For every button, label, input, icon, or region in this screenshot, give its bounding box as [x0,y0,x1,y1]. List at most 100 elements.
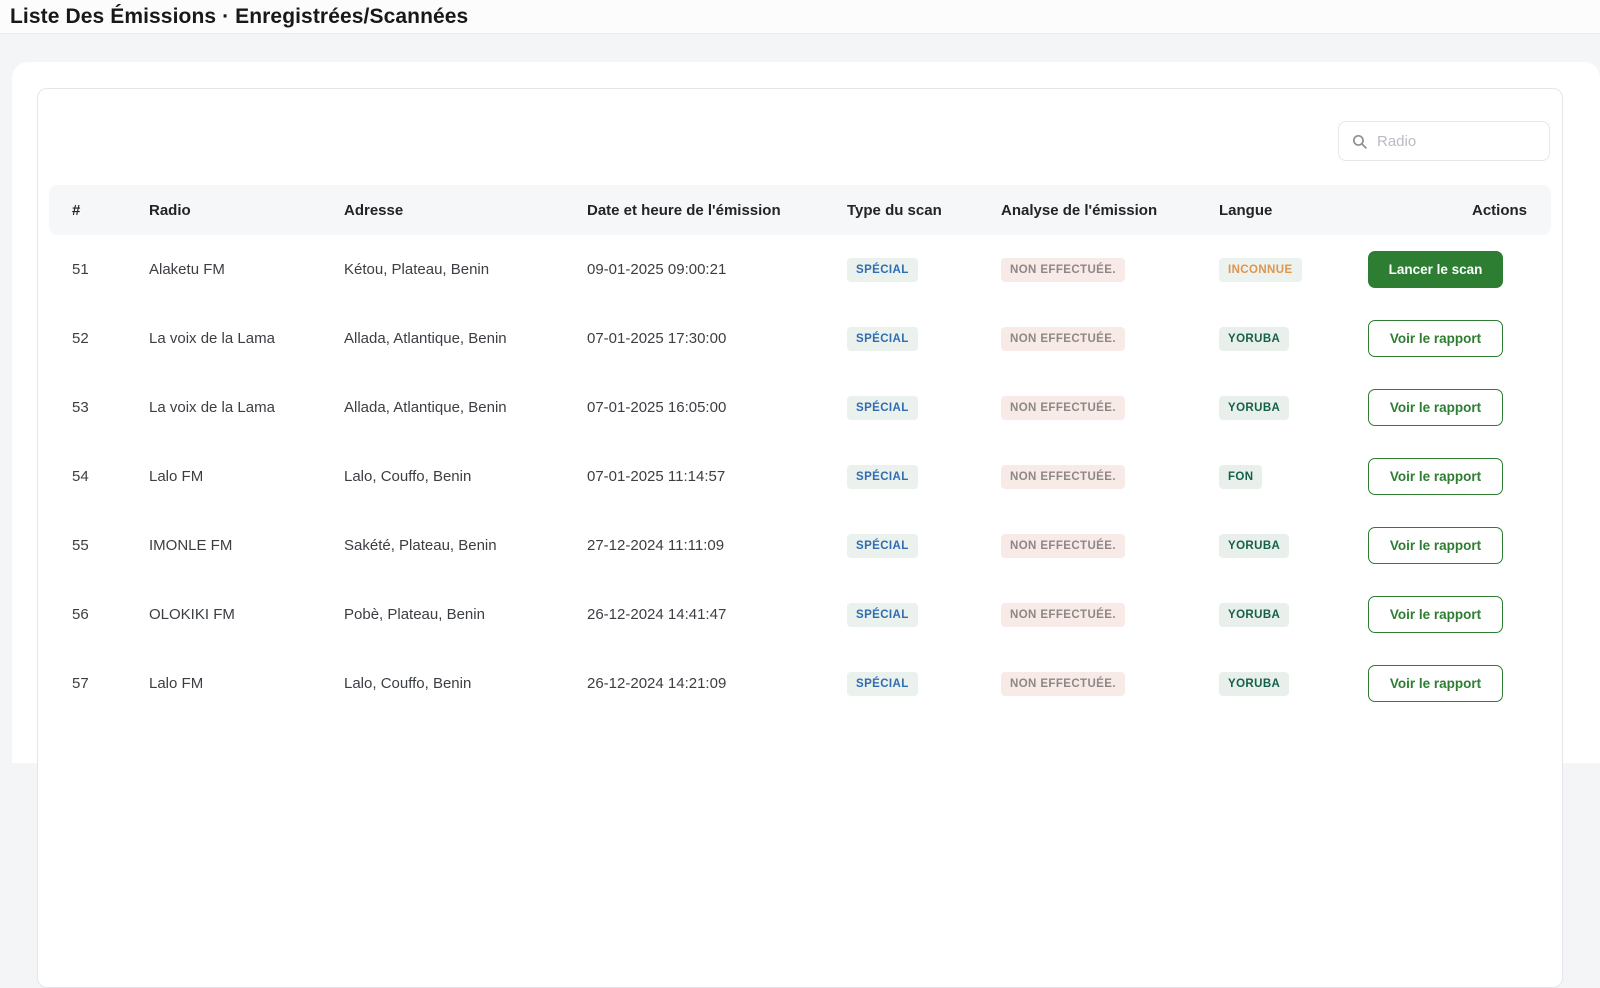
header-actions: Actions [1368,202,1551,219]
radio-name: IMONLE FM [149,537,344,554]
row-number: 57 [49,675,149,692]
radio-address: Allada, Atlantique, Benin [344,330,587,347]
analyse-cell: NON EFFECTUÉE. [1001,534,1219,558]
scan-type-badge: SPÉCIAL [847,672,918,696]
lancer-le-scan-button[interactable]: Lancer le scan [1368,251,1503,288]
actions-cell: Voir le rapport [1368,596,1553,633]
langue-cell: YORUBA [1219,672,1368,696]
row-number: 51 [49,261,149,278]
row-number: 52 [49,330,149,347]
analyse-badge: NON EFFECTUÉE. [1001,327,1125,351]
header-scan-type: Type du scan [847,202,1001,219]
voir-le-rapport-button[interactable]: Voir le rapport [1368,527,1503,564]
search-area [49,121,1550,161]
row-number: 56 [49,606,149,623]
emission-datetime: 26-12-2024 14:41:47 [587,606,847,623]
scan-type-cell: SPÉCIAL [847,603,1001,627]
scan-type-cell: SPÉCIAL [847,672,1001,696]
radio-address: Lalo, Couffo, Benin [344,675,587,692]
table-row: 56 OLOKIKI FM Pobè, Plateau, Benin 26-12… [49,580,1551,649]
header-num: # [49,202,149,219]
header-langue: Langue [1219,202,1368,219]
radio-name: Lalo FM [149,468,344,485]
row-number: 55 [49,537,149,554]
radio-address: Allada, Atlantique, Benin [344,399,587,416]
table-row: 52 La voix de la Lama Allada, Atlantique… [49,304,1551,373]
emission-datetime: 07-01-2025 16:05:00 [587,399,847,416]
langue-cell: INCONNUE [1219,258,1368,282]
analyse-cell: NON EFFECTUÉE. [1001,672,1219,696]
scan-type-badge: SPÉCIAL [847,396,918,420]
scan-type-badge: SPÉCIAL [847,327,918,351]
actions-cell: Lancer le scan [1368,251,1553,288]
language-badge: YORUBA [1219,603,1289,627]
radio-name: La voix de la Lama [149,399,344,416]
row-number: 54 [49,468,149,485]
language-badge: INCONNUE [1219,258,1302,282]
header-datetime: Date et heure de l'émission [587,202,847,219]
voir-le-rapport-button[interactable]: Voir le rapport [1368,458,1503,495]
emissions-card: # Radio Adresse Date et heure de l'émiss… [37,88,1563,988]
radio-address: Pobè, Plateau, Benin [344,606,587,623]
scan-type-cell: SPÉCIAL [847,327,1001,351]
titlebar: Liste Des Émissions · Enregistrées/Scann… [0,0,1600,34]
analyse-cell: NON EFFECTUÉE. [1001,327,1219,351]
search-input[interactable] [1377,133,1537,150]
table-row: 54 Lalo FM Lalo, Couffo, Benin 07-01-202… [49,442,1551,511]
voir-le-rapport-button[interactable]: Voir le rapport [1368,320,1503,357]
analyse-cell: NON EFFECTUÉE. [1001,396,1219,420]
actions-cell: Voir le rapport [1368,527,1553,564]
scan-type-badge: SPÉCIAL [847,465,918,489]
radio-name: Alaketu FM [149,261,344,278]
table-row: 55 IMONLE FM Sakété, Plateau, Benin 27-1… [49,511,1551,580]
radio-name: La voix de la Lama [149,330,344,347]
table-row: 51 Alaketu FM Kétou, Plateau, Benin 09-0… [49,235,1551,304]
table-row: 57 Lalo FM Lalo, Couffo, Benin 26-12-202… [49,649,1551,718]
language-badge: YORUBA [1219,396,1289,420]
content-panel: # Radio Adresse Date et heure de l'émiss… [12,62,1600,763]
analyse-badge: NON EFFECTUÉE. [1001,672,1125,696]
langue-cell: FON [1219,465,1368,489]
emission-datetime: 07-01-2025 17:30:00 [587,330,847,347]
emission-datetime: 07-01-2025 11:14:57 [587,468,847,485]
language-badge: YORUBA [1219,327,1289,351]
scan-type-cell: SPÉCIAL [847,465,1001,489]
scan-type-cell: SPÉCIAL [847,534,1001,558]
radio-address: Kétou, Plateau, Benin [344,261,587,278]
scan-type-badge: SPÉCIAL [847,258,918,282]
language-badge: YORUBA [1219,672,1289,696]
row-number: 53 [49,399,149,416]
radio-address: Lalo, Couffo, Benin [344,468,587,485]
actions-cell: Voir le rapport [1368,320,1553,357]
scan-type-cell: SPÉCIAL [847,258,1001,282]
langue-cell: YORUBA [1219,603,1368,627]
langue-cell: YORUBA [1219,327,1368,351]
voir-le-rapport-button[interactable]: Voir le rapport [1368,665,1503,702]
language-badge: YORUBA [1219,534,1289,558]
language-badge: FON [1219,465,1262,489]
actions-cell: Voir le rapport [1368,458,1553,495]
analyse-cell: NON EFFECTUÉE. [1001,603,1219,627]
analyse-cell: NON EFFECTUÉE. [1001,465,1219,489]
header-analyse: Analyse de l'émission [1001,202,1219,219]
analyse-badge: NON EFFECTUÉE. [1001,396,1125,420]
analyse-badge: NON EFFECTUÉE. [1001,258,1125,282]
scan-type-cell: SPÉCIAL [847,396,1001,420]
scan-type-badge: SPÉCIAL [847,534,918,558]
actions-cell: Voir le rapport [1368,665,1553,702]
emission-datetime: 27-12-2024 11:11:09 [587,537,847,554]
radio-address: Sakété, Plateau, Benin [344,537,587,554]
langue-cell: YORUBA [1219,534,1368,558]
header-radio: Radio [149,202,344,219]
voir-le-rapport-button[interactable]: Voir le rapport [1368,596,1503,633]
search-box[interactable] [1338,121,1550,161]
analyse-badge: NON EFFECTUÉE. [1001,534,1125,558]
scan-type-badge: SPÉCIAL [847,603,918,627]
analyse-badge: NON EFFECTUÉE. [1001,603,1125,627]
table-header: # Radio Adresse Date et heure de l'émiss… [49,185,1551,235]
emission-datetime: 26-12-2024 14:21:09 [587,675,847,692]
table-row: 53 La voix de la Lama Allada, Atlantique… [49,373,1551,442]
search-icon [1351,133,1368,150]
analyse-badge: NON EFFECTUÉE. [1001,465,1125,489]
voir-le-rapport-button[interactable]: Voir le rapport [1368,389,1503,426]
